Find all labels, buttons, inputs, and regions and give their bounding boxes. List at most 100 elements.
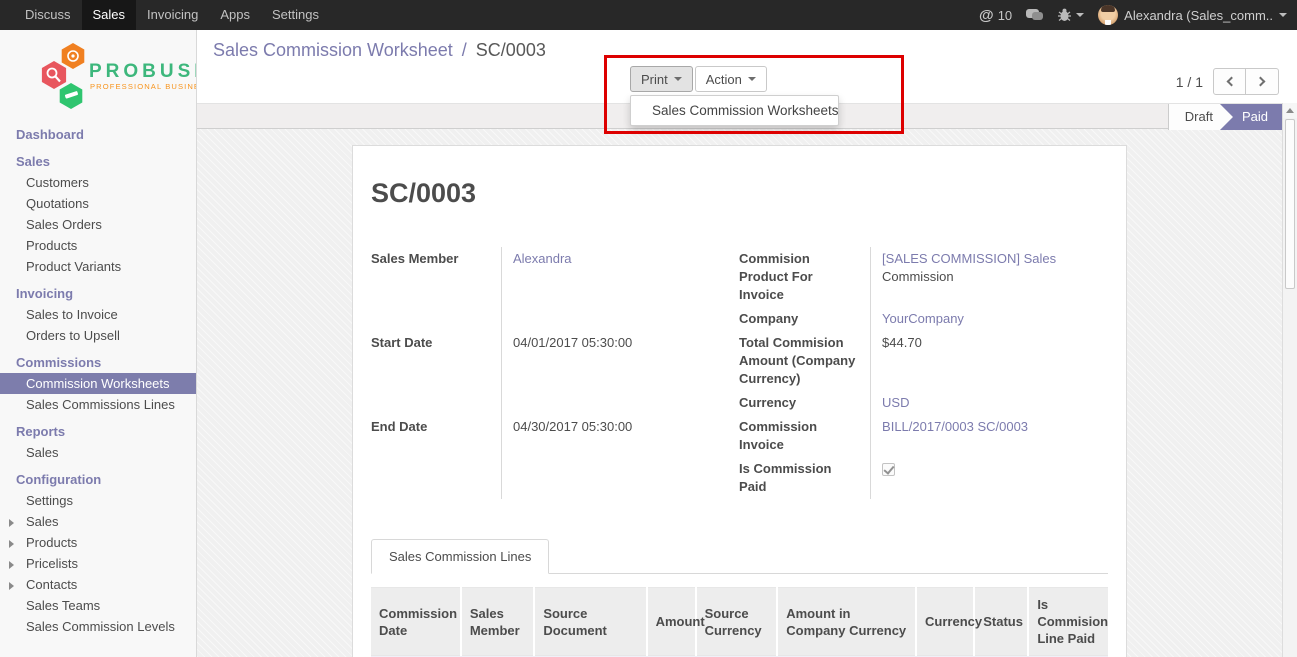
sidebar-item-products[interactable]: Products [0,235,196,256]
top-menu-discuss[interactable]: Discuss [14,0,82,30]
top-menu-apps[interactable]: Apps [209,0,261,30]
pager-previous-button[interactable] [1213,68,1246,95]
logo-hexagon-magnifier [42,61,66,89]
messages-icon[interactable] [1026,9,1043,21]
field-value-end-date: 04/30/2017 05:30:00 [501,415,715,499]
user-name: Alexandra (Sales_comm.. [1124,8,1273,23]
sidebar-item-sales-teams[interactable]: Sales Teams [0,595,196,616]
col-header-amount: Amount [647,588,696,656]
sidebar-heading-dashboard[interactable]: Dashboard [0,124,196,145]
field-value-company[interactable]: YourCompany [882,311,964,326]
pager-count: 1 / 1 [1176,74,1203,90]
top-menu-sales[interactable]: Sales [82,0,137,30]
sidebar-item-sales-config[interactable]: Sales [0,511,196,532]
breadcrumb-current: SC/0003 [476,40,546,60]
sidebar-item-sales-report[interactable]: Sales [0,442,196,463]
commission-lines-table: Commission Date Sales Member Source Docu… [371,587,1108,657]
sidebar-item-pricelists[interactable]: Pricelists [0,553,196,574]
sidebar: PROBUSE PROFESSIONAL BUSINESS Dashboard … [0,30,197,657]
chevron-left-icon [1226,77,1236,87]
field-label-start-date: Start Date [371,331,501,415]
sidebar-item-quotations[interactable]: Quotations [0,193,196,214]
action-button-label: Action [706,72,742,87]
chevron-down-icon [674,77,682,81]
scroll-up-arrow-icon[interactable] [1283,103,1297,118]
sidebar-item-sales-commissions-lines[interactable]: Sales Commissions Lines [0,394,196,415]
top-menu-settings[interactable]: Settings [261,0,330,30]
sidebar-heading-reports[interactable]: Reports [0,421,196,442]
at-icon: @ [979,7,994,24]
top-menu: Discuss Sales Invoicing Apps Settings [0,0,330,30]
top-menu-invoicing[interactable]: Invoicing [136,0,209,30]
sidebar-item-commission-worksheets[interactable]: Commission Worksheets [0,373,196,394]
sidebar-item-sales-commission-levels[interactable]: Sales Commission Levels [0,616,196,637]
pager-next-button[interactable] [1246,68,1279,95]
field-value-commission-product-rest: Commission [882,269,954,284]
sidebar-item-sales-to-invoice[interactable]: Sales to Invoice [0,304,196,325]
user-menu[interactable]: Alexandra (Sales_comm.. [1098,5,1287,25]
sidebar-item-contacts[interactable]: Contacts [0,574,196,595]
sidebar-item-settings[interactable]: Settings [0,490,196,511]
field-label-currency: Currency [739,391,870,415]
mentions-counter[interactable]: @ 10 [979,7,1012,24]
is-commission-paid-checkbox[interactable] [882,463,895,476]
sidebar-item-customers[interactable]: Customers [0,172,196,193]
table-header-row: Commission Date Sales Member Source Docu… [371,588,1108,656]
sidebar-heading-invoicing[interactable]: Invoicing [0,283,196,304]
debug-menu[interactable] [1057,8,1084,22]
print-button-label: Print [641,72,668,87]
logo-subtitle: PROFESSIONAL BUSINESS [90,82,196,91]
status-step-draft[interactable]: Draft [1168,104,1233,130]
scrollbar-thumb[interactable] [1285,119,1295,289]
field-label-commission-product: Commision Product For Invoice [739,247,870,307]
field-value-commission-invoice[interactable]: BILL/2017/0003 SC/0003 [882,419,1028,434]
field-label-is-commission-paid: Is Commission Paid [739,457,870,499]
logo-title: PROBUSE [89,61,196,82]
sidebar-heading-configuration[interactable]: Configuration [0,469,196,490]
sidebar-item-orders-to-upsell[interactable]: Orders to Upsell [0,325,196,346]
mentions-count: 10 [998,8,1012,23]
field-label-company: Company [739,307,870,331]
top-navbar: Discuss Sales Invoicing Apps Settings @ … [0,0,1297,30]
vertical-scrollbar[interactable] [1282,103,1297,657]
field-value-commission-product-link[interactable]: [SALES COMMISSION] Sales [882,251,1056,266]
breadcrumb: Sales Commission Worksheet / SC/0003 [213,40,546,61]
col-header-commission-date: Commission Date [371,588,461,656]
chevron-right-icon [1256,77,1266,87]
sidebar-item-sales-orders[interactable]: Sales Orders [0,214,196,235]
field-value-start-date: 04/01/2017 05:30:00 [501,331,715,415]
tab-sales-commission-lines[interactable]: Sales Commission Lines [371,539,549,574]
avatar [1098,5,1118,25]
breadcrumb-separator: / [458,40,471,60]
col-header-sales-member: Sales Member [461,588,534,656]
action-buttons: Print Action [630,66,767,92]
field-label-end-date: End Date [371,415,501,499]
field-value-currency[interactable]: USD [882,395,909,410]
field-value-sales-member[interactable]: Alexandra [513,251,572,266]
field-value-total-commission-amount: $44.70 [870,331,1108,391]
chevron-down-icon [748,77,756,81]
chevron-down-icon [1076,13,1084,17]
sidebar-menu: Dashboard Sales Customers Quotations Sal… [0,124,196,637]
field-label-commission-invoice: Commission Invoice [739,415,870,457]
sidebar-item-products-config[interactable]: Products [0,532,196,553]
record-title: SC/0003 [371,178,1108,209]
col-header-source-currency: Source Currency [696,588,778,656]
print-button[interactable]: Print [630,66,693,92]
sidebar-heading-commissions[interactable]: Commissions [0,352,196,373]
field-label-total-commission-amount: Total Commision Amount (Company Currency… [739,331,870,391]
bug-icon [1057,8,1072,22]
print-menu-item-sales-commission-worksheets[interactable]: Sales Commission Worksheets [631,96,838,125]
pager: 1 / 1 [1176,68,1279,95]
field-label-sales-member: Sales Member [371,247,501,331]
sidebar-item-product-variants[interactable]: Product Variants [0,256,196,277]
col-header-source-document: Source Document [534,588,646,656]
notebook: Sales Commission Lines Commission Date S… [371,539,1108,657]
form-sheet: SC/0003 Sales Member Alexandra Start Dat… [352,145,1127,657]
breadcrumb-parent-link[interactable]: Sales Commission Worksheet [213,40,453,60]
action-button[interactable]: Action [695,66,767,92]
company-logo: PROBUSE PROFESSIONAL BUSINESS [0,30,196,118]
sidebar-heading-sales[interactable]: Sales [0,151,196,172]
chevron-down-icon [1279,13,1287,17]
col-header-is-commission-line-paid: Is Commision Line Paid [1028,588,1108,656]
